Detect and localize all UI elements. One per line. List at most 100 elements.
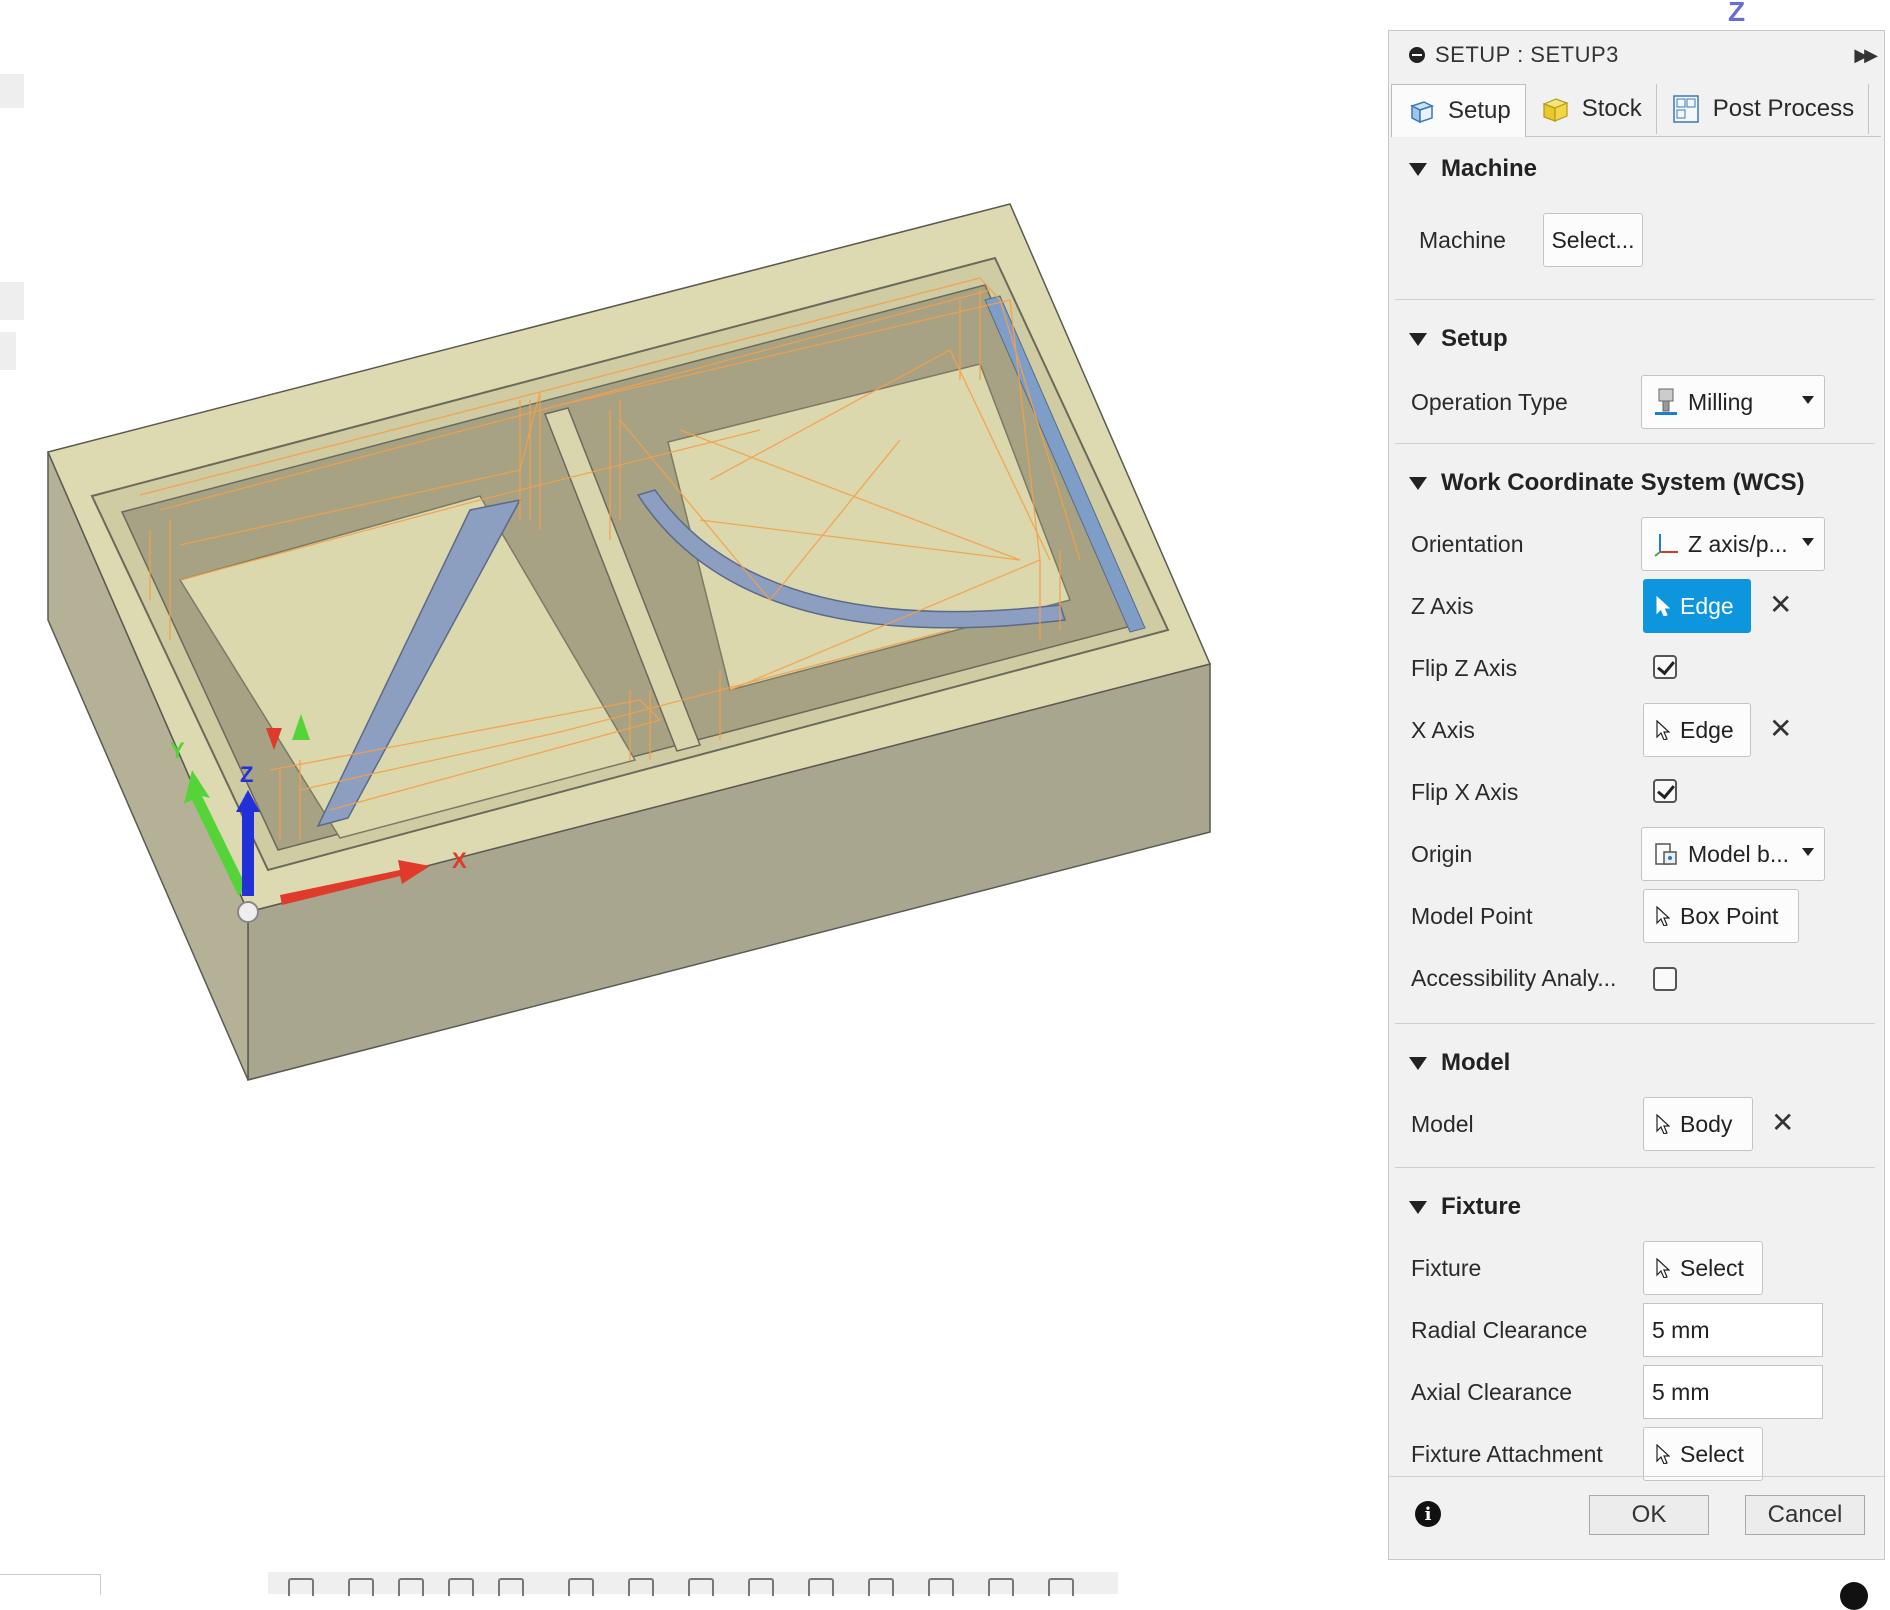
radial-clearance-input[interactable]: 5 mm <box>1643 1303 1823 1357</box>
tab-setup-label: Setup <box>1448 97 1511 124</box>
gcode-icon <box>1673 95 1699 123</box>
collapse-triangle-icon <box>1409 1056 1427 1070</box>
fixture-attachment-value: Select <box>1680 1440 1744 1467</box>
zoom-icon[interactable] <box>448 1578 474 1596</box>
flip-x-axis-checkbox[interactable] <box>1653 779 1677 803</box>
section-model[interactable]: Model <box>1409 1049 1510 1077</box>
model-value: Body <box>1680 1110 1733 1137</box>
ok-button[interactable]: OK <box>1589 1495 1709 1535</box>
clear-model-icon[interactable]: ✕ <box>1771 1109 1794 1137</box>
z-axis-arrow <box>242 808 254 896</box>
model-point-button[interactable]: Box Point <box>1643 889 1799 943</box>
orientation-dropdown[interactable]: Z axis/p... <box>1641 517 1825 571</box>
model-point-value: Box Point <box>1680 902 1779 929</box>
z-axis-label: Z Axis <box>1411 593 1474 619</box>
chevron-down-icon <box>1802 396 1814 404</box>
pointer-arrow-icon <box>1656 1444 1670 1464</box>
orbit-icon[interactable] <box>288 1578 314 1596</box>
divider <box>1395 1023 1875 1024</box>
orientation-value: Z axis/p... <box>1688 530 1788 557</box>
z-axis-edge-button[interactable]: Edge <box>1643 579 1751 633</box>
clear-z-axis-icon[interactable]: ✕ <box>1769 591 1792 619</box>
fixture-attachment-label: Fixture Attachment <box>1411 1441 1603 1467</box>
status-indicator-icon[interactable] <box>1840 1582 1868 1610</box>
origin-label: Origin <box>1411 841 1473 867</box>
wcs-origin <box>237 901 259 923</box>
chevron-down-icon <box>1802 538 1814 546</box>
section-analysis-icon[interactable] <box>748 1578 774 1596</box>
collapse-triangle-icon <box>1409 1200 1427 1214</box>
divider <box>1395 1167 1875 1168</box>
setup-panel: SETUP : SETUP3 ▶▶ Setup Stock Post Proce… <box>1388 30 1885 1560</box>
operation-type-value: Milling <box>1688 388 1754 415</box>
fixture-select-button[interactable]: Select <box>1643 1241 1763 1295</box>
machine-select-button[interactable]: Select... <box>1543 213 1643 267</box>
section-fixture[interactable]: Fixture <box>1409 1193 1521 1221</box>
accessibility-analysis-checkbox[interactable] <box>1653 967 1677 991</box>
model-point-label: Model Point <box>1411 903 1533 929</box>
panel-tabs: Setup Stock Post Process <box>1391 84 1881 137</box>
fit-icon[interactable] <box>498 1578 524 1596</box>
section-wcs[interactable]: Work Coordinate System (WCS) <box>1409 469 1805 497</box>
section-setup[interactable]: Setup <box>1409 325 1508 353</box>
flip-z-axis-checkbox[interactable] <box>1653 655 1677 679</box>
section-fixture-title: Fixture <box>1441 1193 1522 1220</box>
info-icon[interactable]: i <box>1415 1501 1441 1527</box>
rotate-icon[interactable] <box>808 1578 834 1596</box>
panel-footer: i OK Cancel <box>1389 1476 1884 1559</box>
pan-icon[interactable] <box>398 1578 424 1596</box>
setup-cube-icon <box>1410 101 1434 124</box>
simulation-icon[interactable] <box>1048 1578 1074 1596</box>
section-wcs-title: Work Coordinate System (WCS) <box>1441 469 1805 496</box>
tab-setup[interactable]: Setup <box>1391 84 1526 137</box>
panel-header: SETUP : SETUP3 ▶▶ <box>1389 31 1884 79</box>
navigation-toolbar <box>268 1572 1118 1596</box>
chevron-down-icon <box>1802 848 1814 856</box>
divider <box>1395 443 1875 444</box>
viewports-icon[interactable] <box>688 1578 714 1596</box>
viewcube-z-label[interactable]: Z <box>1728 0 1745 28</box>
tab-stock-label: Stock <box>1581 95 1642 122</box>
cancel-button[interactable]: Cancel <box>1745 1495 1865 1535</box>
tab-post-process[interactable]: Post Process <box>1657 84 1870 134</box>
stock-box-icon <box>1542 98 1569 122</box>
radial-clearance-label: Radial Clearance <box>1411 1317 1588 1343</box>
divider <box>1395 299 1875 300</box>
section-model-title: Model <box>1441 1049 1511 1076</box>
origin-value: Model b... <box>1688 840 1789 867</box>
clear-x-axis-icon[interactable]: ✕ <box>1769 715 1792 743</box>
operation-type-dropdown[interactable]: Milling <box>1641 375 1825 429</box>
stock-display-icon[interactable] <box>868 1578 894 1596</box>
collapse-triangle-icon <box>1409 476 1427 490</box>
expand-panel-icon[interactable]: ▶▶ <box>1854 45 1878 66</box>
bottom-left-control[interactable] <box>0 1574 101 1595</box>
pointer-arrow-icon <box>1656 1258 1670 1278</box>
origin-dropdown[interactable]: Model b... <box>1641 827 1825 881</box>
collapse-icon[interactable] <box>1409 47 1425 63</box>
tab-stock[interactable]: Stock <box>1526 84 1657 134</box>
section-setup-title: Setup <box>1441 325 1508 352</box>
flip-z-axis-label: Flip Z Axis <box>1411 655 1518 681</box>
look-at-icon[interactable] <box>348 1578 374 1596</box>
z-axis-value: Edge <box>1680 592 1734 619</box>
x-axis-edge-button[interactable]: Edge <box>1643 703 1751 757</box>
operation-type-label: Operation Type <box>1411 389 1568 415</box>
grid-icon[interactable] <box>628 1578 654 1596</box>
tool-display-icon[interactable] <box>988 1578 1014 1596</box>
stock-model[interactable]: X Y Z <box>0 0 1380 1100</box>
display-settings-icon[interactable] <box>568 1578 594 1596</box>
model-body-button[interactable]: Body <box>1643 1097 1753 1151</box>
collapse-triangle-icon <box>1409 162 1427 176</box>
axial-clearance-input[interactable]: 5 mm <box>1643 1365 1823 1419</box>
toolpath-display-icon[interactable] <box>928 1578 954 1596</box>
section-machine[interactable]: Machine <box>1409 155 1537 183</box>
fixture-label: Fixture <box>1411 1255 1482 1281</box>
fixture-attachment-button[interactable]: Select <box>1643 1427 1763 1481</box>
collapse-triangle-icon <box>1409 332 1427 346</box>
orientation-axes-icon <box>1654 534 1678 557</box>
model-label: Model <box>1411 1111 1474 1137</box>
accessibility-analysis-label: Accessibility Analy... <box>1411 965 1617 991</box>
machine-label: Machine <box>1419 227 1506 253</box>
panel-title: SETUP : SETUP3 <box>1435 42 1619 67</box>
pointer-arrow-icon <box>1656 906 1670 926</box>
